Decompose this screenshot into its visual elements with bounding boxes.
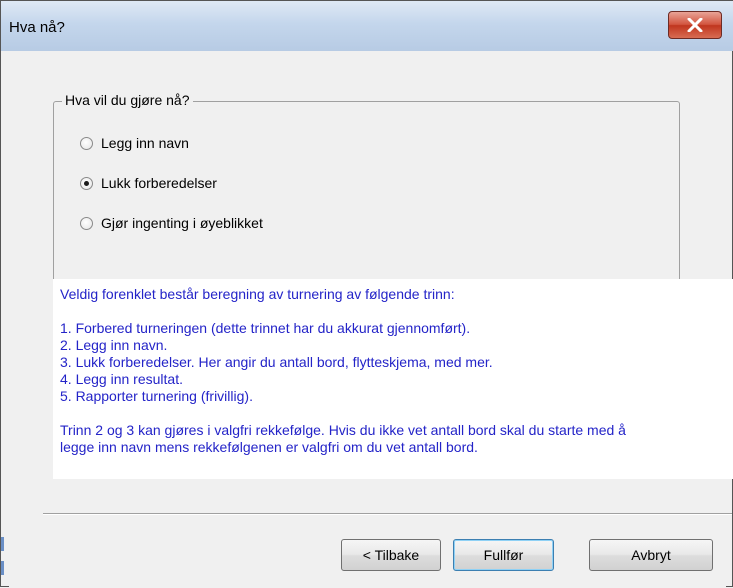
window-title: Hva nå? xyxy=(9,19,65,36)
groupbox-legend: Hva vil du gjøre nå? xyxy=(62,92,193,108)
option-label: Legg inn navn xyxy=(101,135,189,151)
info-step: 2. Legg inn navn. xyxy=(60,337,168,353)
window-edge-mark xyxy=(1,561,4,575)
close-button[interactable] xyxy=(668,11,722,39)
dialog-window: Hva nå? Hva vil du gjøre nå? Legg inn na… xyxy=(0,0,733,588)
dialog-content: Hva vil du gjøre nå? Legg inn navn Lukk … xyxy=(9,51,733,588)
radio-button-selected[interactable] xyxy=(80,176,93,190)
info-step: 4. Legg inn resultat. xyxy=(60,371,183,387)
info-intro: Veldig forenklet består beregning av tur… xyxy=(60,286,455,302)
radio-dot xyxy=(84,180,89,186)
finish-button[interactable]: Fullfør xyxy=(453,539,554,571)
button-separator xyxy=(43,513,732,515)
info-panel: Veldig forenklet består beregning av tur… xyxy=(53,279,733,479)
option-legg-inn-navn[interactable]: Legg inn navn xyxy=(80,135,189,151)
close-icon xyxy=(687,18,703,32)
action-groupbox: Hva vil du gjøre nå? Legg inn navn Lukk … xyxy=(53,92,680,291)
info-note-line2: legge inn navn mens rekkefølgenen er val… xyxy=(60,439,478,455)
option-label: Lukk forberedelser xyxy=(101,175,217,191)
info-note-line1: Trinn 2 og 3 kan gjøres i valgfri rekkef… xyxy=(60,422,626,438)
radio-button[interactable] xyxy=(80,216,93,230)
radio-button[interactable] xyxy=(80,136,93,150)
window-edge-mark xyxy=(1,537,4,551)
option-label: Gjør ingenting i øyeblikket xyxy=(101,215,263,231)
back-button[interactable]: < Tilbake xyxy=(341,539,441,571)
title-bar[interactable]: Hva nå? xyxy=(1,1,733,51)
info-step: 3. Lukk forberedelser. Her angir du anta… xyxy=(60,354,493,370)
info-step: 5. Rapporter turnering (frivillig). xyxy=(60,388,253,404)
info-step: 1. Forbered turneringen (dette trinnet h… xyxy=(60,320,471,336)
option-gjor-ingenting[interactable]: Gjør ingenting i øyeblikket xyxy=(80,215,263,231)
cancel-button[interactable]: Avbryt xyxy=(589,539,713,571)
option-lukk-forberedelser[interactable]: Lukk forberedelser xyxy=(80,175,217,191)
